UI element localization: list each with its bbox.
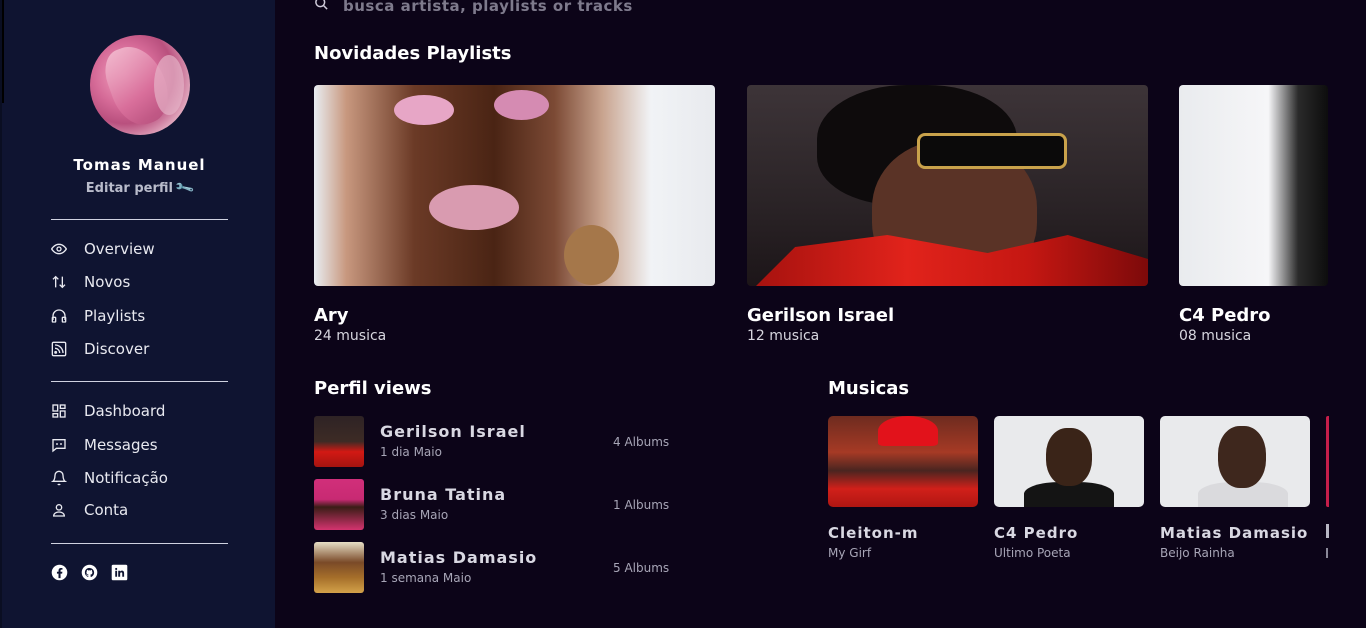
social-links	[51, 564, 128, 581]
track-card-partial-subtitle	[1326, 548, 1328, 558]
playlist-name: Gerilson Israel	[747, 305, 895, 326]
playlist-count: 08 musica	[1179, 328, 1252, 344]
album-count: 4 Albums	[613, 435, 670, 449]
message-icon	[51, 437, 84, 453]
artist-thumbnail	[314, 416, 364, 467]
sidebar-divider	[51, 543, 228, 544]
search-input[interactable]	[343, 0, 663, 15]
list-item[interactable]: Matias Damasio 1 semana Maio 5 Albums	[314, 542, 674, 593]
track-card-partial[interactable]	[1326, 416, 1329, 507]
playlist-card-gerilson-israel[interactable]: Gerilson Israel 12 musica	[747, 85, 1148, 344]
track-cover-image	[828, 416, 978, 507]
playlist-cover-image	[1179, 85, 1328, 286]
playlist-count: 24 musica	[314, 328, 387, 344]
artist-thumbnail	[314, 542, 364, 593]
sidebar-item-label: Playlists	[84, 307, 146, 325]
track-card[interactable]: Matias Damasio Beijo Rainha	[1160, 416, 1310, 560]
sidebar-edge	[2, 0, 4, 103]
album-count: 1 Albums	[613, 498, 670, 512]
sidebar-divider	[51, 219, 228, 220]
playlists-section-title: Novidades Playlists	[314, 43, 512, 64]
linkedin-icon[interactable]	[111, 564, 128, 581]
list-item[interactable]: Bruna Tatina 3 dias Maio 1 Albums	[314, 479, 674, 530]
edit-profile-link[interactable]: Editar perfil🔧	[2, 177, 277, 200]
list-item[interactable]: Gerilson Israel 1 dia Maio 4 Albums	[314, 416, 674, 467]
sidebar-item-messages[interactable]: Messages	[51, 435, 158, 455]
sidebar-item-label: Discover	[84, 340, 150, 358]
view-date: 1 semana Maio	[380, 571, 472, 585]
artist-name: Bruna Tatina	[380, 485, 507, 504]
headphones-icon	[51, 308, 84, 324]
playlist-count: 12 musica	[747, 328, 820, 344]
github-icon[interactable]	[81, 564, 98, 581]
sidebar-item-label: Dashboard	[84, 402, 166, 420]
sidebar-item-label: Conta	[84, 501, 129, 519]
track-card[interactable]: C4 Pedro Ultimo Poeta	[994, 416, 1144, 560]
playlist-cover-image	[314, 85, 715, 286]
view-date: 3 dias Maio	[380, 508, 449, 522]
sort-arrows-icon	[51, 274, 84, 290]
app-root: Tomas Manuel Editar perfil🔧 Overview Nov…	[0, 0, 1366, 628]
search-icon	[314, 0, 329, 15]
sidebar-item-label: Notificação	[84, 469, 168, 487]
eye-icon	[51, 241, 84, 257]
artist-name: Gerilson Israel	[380, 422, 526, 441]
sidebar-item-conta[interactable]: Conta	[51, 500, 128, 520]
sidebar-item-overview[interactable]: Overview	[51, 239, 155, 259]
playlist-cover-image	[747, 85, 1148, 286]
track-title: Ultimo Poeta	[994, 546, 1071, 560]
user-icon	[51, 502, 84, 518]
sidebar-item-label: Overview	[84, 240, 155, 258]
sidebar-item-label: Messages	[84, 436, 158, 454]
avatar[interactable]	[90, 35, 190, 135]
sidebar-divider	[51, 381, 228, 382]
track-artist: Matias Damasio	[1160, 524, 1309, 542]
track-cover-image	[994, 416, 1144, 507]
edit-profile-label: Editar perfil	[85, 181, 173, 196]
musicas-section-title: Musicas	[828, 378, 910, 399]
sidebar: Tomas Manuel Editar perfil🔧 Overview Nov…	[0, 0, 275, 628]
facebook-icon[interactable]	[51, 564, 68, 581]
bell-icon	[51, 470, 84, 486]
track-cover-image	[1160, 416, 1310, 507]
playlist-card-c4-pedro[interactable]: C4 Pedro 08 musica	[1179, 85, 1328, 344]
track-title: Beijo Rainha	[1160, 546, 1235, 560]
track-artist: C4 Pedro	[994, 524, 1079, 542]
track-card[interactable]: Cleiton-m My Girf	[828, 416, 978, 560]
dashboard-icon	[51, 403, 84, 419]
sidebar-item-label: Novos	[84, 273, 131, 291]
rss-icon	[51, 341, 84, 357]
user-name: Tomas Manuel	[73, 156, 206, 174]
wrench-icon: 🔧	[174, 177, 196, 200]
sidebar-item-discover[interactable]: Discover	[51, 339, 149, 359]
artist-name: Matias Damasio	[380, 548, 538, 567]
playlist-card-ary[interactable]: Ary 24 musica	[314, 85, 715, 344]
profile-views-section-title: Perfil views	[314, 378, 432, 399]
album-count: 5 Albums	[613, 561, 670, 575]
sidebar-item-dashboard[interactable]: Dashboard	[51, 401, 165, 421]
track-artist: Cleiton-m	[828, 524, 919, 542]
playlist-name: Ary	[314, 305, 349, 326]
track-title: My Girf	[828, 546, 872, 560]
track-card-partial-title	[1326, 524, 1329, 538]
artist-thumbnail	[314, 479, 364, 530]
view-date: 1 dia Maio	[380, 445, 442, 459]
search-bar	[314, 0, 663, 15]
sidebar-item-playlists[interactable]: Playlists	[51, 306, 145, 326]
playlist-name: C4 Pedro	[1179, 305, 1271, 326]
sidebar-item-notificacao[interactable]: Notificação	[51, 468, 168, 488]
sidebar-item-novos[interactable]: Novos	[51, 272, 130, 292]
